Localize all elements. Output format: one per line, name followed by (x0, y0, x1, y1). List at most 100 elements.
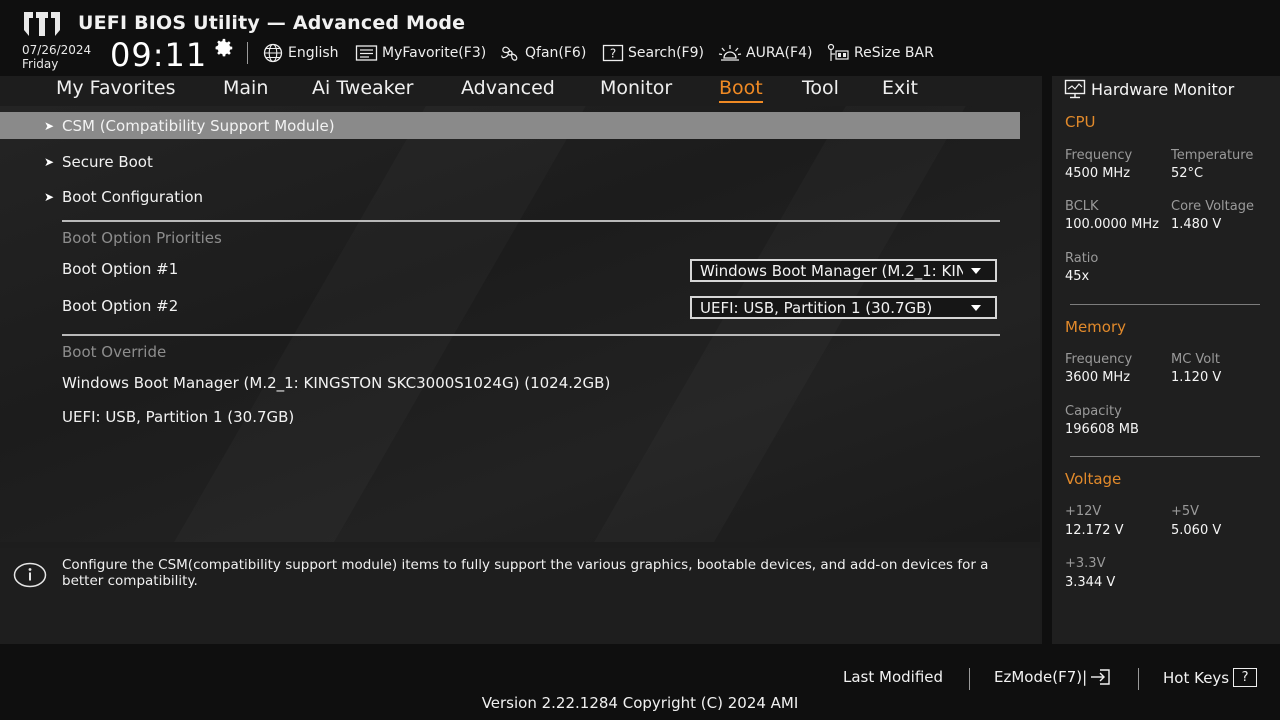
version-copyright: Version 2.22.1284 Copyright (C) 2024 AMI (481, 694, 799, 712)
hw-section-divider (1070, 456, 1260, 457)
globe-icon (263, 43, 283, 63)
mc-volt-value: 1.120 V (1171, 370, 1222, 385)
boot-option-1-label: Boot Option #1 (62, 260, 179, 278)
cpu-section-heading: CPU (1065, 113, 1096, 131)
v12-label: +12V (1065, 504, 1102, 519)
svg-text:?: ? (610, 47, 616, 61)
chevron-right-icon: ➤ (43, 118, 54, 133)
info-icon (13, 562, 47, 588)
tab-monitor[interactable]: Monitor (600, 77, 672, 99)
submenu-secure-boot[interactable]: ➤ Secure Boot (0, 148, 153, 175)
day-text: Friday (22, 57, 59, 71)
boot-settings-panel: ➤ CSM (Compatibility Support Module) ➤ S… (0, 106, 1040, 542)
cpu-frequency-value: 4500 MHz (1065, 166, 1131, 181)
language-label: English (288, 45, 339, 61)
boot-override-item-usb[interactable]: UEFI: USB, Partition 1 (30.7GB) (62, 408, 294, 426)
gear-icon[interactable] (213, 37, 235, 59)
question-key-icon: ? (1233, 668, 1258, 687)
tab-ai-tweaker[interactable]: Ai Tweaker (312, 77, 413, 99)
search-button[interactable]: ? Search(F9) (602, 42, 704, 64)
cpu-temperature-value: 52°C (1171, 166, 1204, 181)
tab-tool[interactable]: Tool (802, 77, 839, 99)
aura-label: AURA(F4) (746, 45, 813, 61)
fan-icon (501, 46, 518, 61)
tab-my-favorites[interactable]: My Favorites (56, 77, 176, 99)
exit-to-ezmode-icon (1091, 669, 1110, 685)
boot-override-item-windows[interactable]: Windows Boot Manager (M.2_1: KINGSTON SK… (62, 374, 610, 392)
chevron-down-icon (971, 304, 981, 311)
aura-button[interactable]: AURA(F4) (718, 42, 812, 64)
resize-bar-button[interactable]: ReSize BAR (826, 42, 934, 64)
search-label: Search(F9) (628, 45, 704, 61)
header-divider (247, 42, 248, 64)
footer-divider (1138, 668, 1139, 690)
boot-option-2-label: Boot Option #2 (62, 297, 179, 315)
myfavorite-button[interactable]: MyFavorite(F3) (355, 42, 486, 64)
background-stripe (174, 106, 586, 542)
qfan-button[interactable]: Qfan(F6) (499, 42, 586, 64)
hot-keys-button[interactable]: Hot Keys ? (1163, 668, 1258, 687)
mc-volt-label: MC Volt (1171, 352, 1220, 367)
bclk-label: BCLK (1065, 199, 1099, 214)
v12-value: 12.172 V (1065, 523, 1124, 538)
chevron-right-icon: ➤ (43, 154, 54, 169)
help-description: Configure the CSM(compatibility support … (62, 557, 989, 589)
core-voltage-value: 1.480 V (1171, 217, 1222, 232)
capacity-label: Capacity (1065, 404, 1122, 419)
capacity-value: 196608 MB (1065, 422, 1139, 437)
help-panel: Configure the CSM(compatibility support … (0, 548, 1040, 644)
boot-option-2-value: UEFI: USB, Partition 1 (30.7GB) (700, 298, 933, 317)
tab-boot[interactable]: Boot (719, 77, 763, 103)
date-text: 07/26/2024 (22, 43, 92, 57)
v5-label: +5V (1171, 504, 1200, 519)
submenu-label: Secure Boot (62, 152, 153, 171)
cpu-frequency-label: Frequency (1065, 148, 1133, 163)
resize-bar-label: ReSize BAR (854, 45, 934, 61)
v5-value: 5.060 V (1171, 523, 1222, 538)
last-modified-label: Last Modified (843, 668, 944, 686)
tuf-logo-icon (24, 12, 60, 36)
date-display: 07/26/2024 Friday (22, 43, 91, 71)
main-tab-bar: My Favorites Main Ai Tweaker Advanced Mo… (0, 76, 1040, 104)
footer-bar: Last Modified EzMode(F7)| Hot Keys ? Ver… (0, 644, 1280, 720)
background-stripe (594, 106, 966, 542)
resize-bar-icon (827, 43, 849, 61)
ratio-value: 45x (1065, 269, 1090, 284)
voltage-section-heading: Voltage (1065, 470, 1122, 488)
cpu-temperature-label: Temperature (1171, 148, 1254, 163)
hot-keys-label: Hot Keys (1163, 668, 1230, 687)
memory-section-heading: Memory (1065, 318, 1127, 336)
ezmode-label: EzMode(F7)| (994, 668, 1088, 686)
boot-option-1-value: Windows Boot Manager (M.2_1: KINGSTON SK… (700, 261, 963, 280)
hw-section-divider (1070, 304, 1260, 305)
memory-frequency-value: 3600 MHz (1065, 370, 1131, 385)
ezmode-button[interactable]: EzMode(F7)| (994, 668, 1111, 686)
boot-override-heading: Boot Override (62, 343, 167, 361)
submenu-label: Boot Configuration (62, 187, 204, 206)
panel-separator (1042, 76, 1052, 644)
hardware-monitor-panel: Hardware Monitor CPU Frequency 4500 MHz … (1052, 76, 1280, 644)
tab-advanced[interactable]: Advanced (461, 77, 555, 99)
footer-divider (969, 668, 970, 690)
tab-exit[interactable]: Exit (882, 77, 918, 99)
boot-option-2-select[interactable]: UEFI: USB, Partition 1 (30.7GB) (690, 296, 997, 319)
submenu-boot-configuration[interactable]: ➤ Boot Configuration (0, 183, 203, 210)
submenu-csm[interactable]: ➤ CSM (Compatibility Support Module) (0, 112, 1020, 139)
v33-label: +3.3V (1065, 556, 1106, 571)
tab-main[interactable]: Main (223, 77, 268, 99)
v33-value: 3.344 V (1065, 575, 1116, 590)
hardware-monitor-header: Hardware Monitor (1064, 79, 1234, 99)
language-button[interactable]: English (262, 42, 339, 64)
header-bar: UEFI BIOS Utility — Advanced Mode 07/26/… (0, 0, 1280, 76)
submenu-label: CSM (Compatibility Support Module) (62, 116, 335, 135)
boot-option-1-select[interactable]: Windows Boot Manager (M.2_1: KINGSTON SK… (690, 259, 997, 282)
last-modified-button[interactable]: Last Modified (843, 668, 943, 686)
app-title: UEFI BIOS Utility — Advanced Mode (78, 12, 466, 34)
chevron-down-icon (971, 267, 981, 274)
myfavorite-label: MyFavorite(F3) (382, 45, 487, 61)
hardware-monitor-title: Hardware Monitor (1091, 79, 1235, 99)
boot-option-priorities-heading: Boot Option Priorities (62, 229, 222, 247)
aura-light-icon (718, 45, 742, 61)
clock-time: 09:11 (110, 36, 208, 74)
ratio-label: Ratio (1065, 251, 1099, 266)
